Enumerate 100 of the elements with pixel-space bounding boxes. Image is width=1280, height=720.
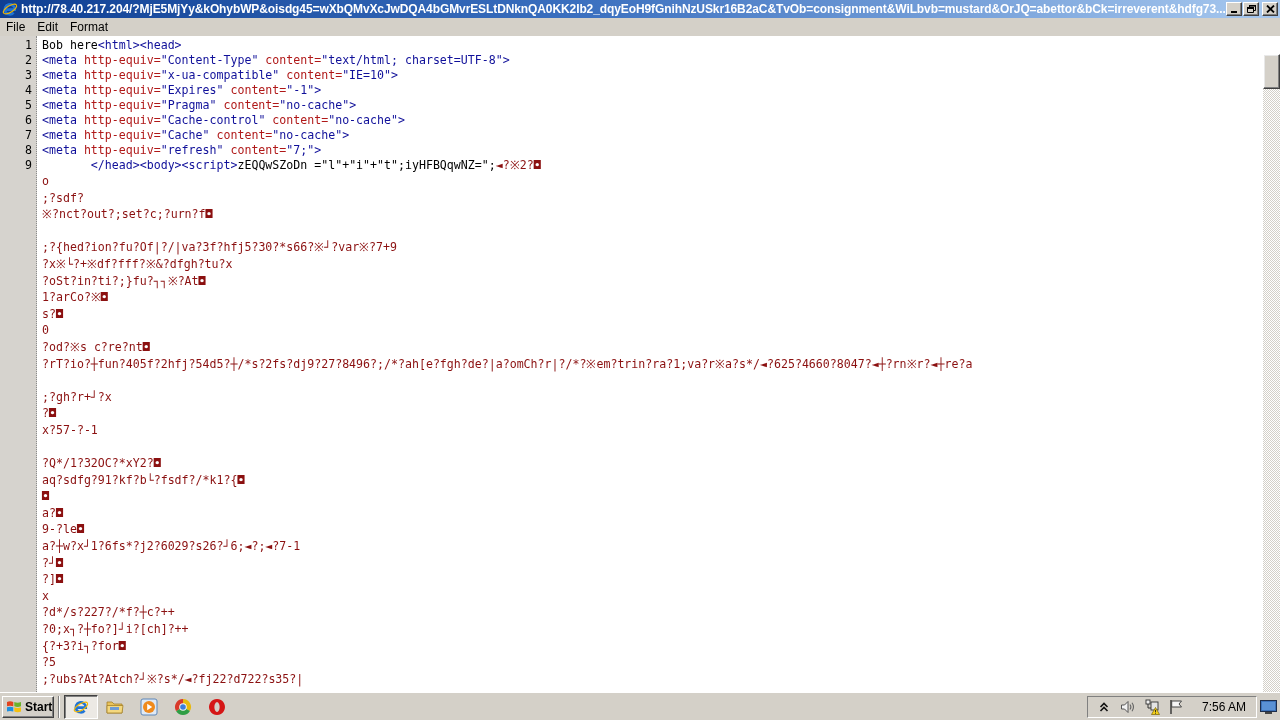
restore-button[interactable]: [1243, 2, 1259, 16]
attribute-name: http-equiv=: [83, 113, 161, 128]
tag-text: >: [349, 98, 357, 113]
attribute-value: "Cache-control": [160, 113, 266, 128]
line-number: 2: [25, 53, 32, 68]
tag-text: >: [314, 83, 322, 98]
attribute-value: "text/html; charset=UTF-8": [321, 53, 503, 68]
attribute-value: "Cache": [160, 128, 210, 143]
attribute-value: "IE=10": [342, 68, 391, 83]
script-text: ?od?※s c?re?nt◘: [42, 338, 150, 356]
window-title: http://78.40.217.204/?MjE5MjYy&kOhybWP&oisdg45=wXbQMvXcJwDQA4bGMvrESLtDNknQA0KK2Ib2_dqyEoH9fGnihNzUSkr16B2aC&TvOb=consignment&WiLbvb=mustard&OrJQ=abettor&bCk=irreverent&hdfg73...: [21, 2, 1223, 16]
network-warning-icon[interactable]: [1143, 698, 1160, 715]
attribute-value: "no-cache": [272, 128, 343, 143]
line-number: 4: [25, 83, 32, 98]
attribute-name: http-equiv=: [83, 53, 161, 68]
line-number: 8: [25, 143, 32, 158]
close-icon: [1265, 5, 1275, 13]
script-text: ?0;x┐?┼fo?]┘i?[ch]?++: [42, 621, 189, 638]
flag-icon[interactable]: [1167, 698, 1184, 715]
script-text: ;?{hed?ion?fu?Of|?/|va?3f?hfj5?30?*s66?※┘?var※?7+9: [42, 239, 398, 256]
tag-text: >: [342, 128, 350, 143]
line-number: 6: [25, 113, 32, 128]
attribute-name: http-equiv=: [83, 143, 161, 158]
script-text: {?+3?i┐?for◘: [42, 637, 126, 655]
source-text: zEQQwSZoDn ="l"+"i"+"t";iyHFBQqwNZ=";: [237, 158, 496, 173]
segmented-circle-icon: [174, 697, 192, 716]
line-number: 7: [25, 128, 32, 143]
attribute-name: content=: [216, 128, 273, 143]
attribute-name: http-equiv=: [83, 128, 161, 143]
script-text: ?5: [42, 654, 56, 671]
tag-text: >: [502, 53, 510, 68]
attribute-name: content=: [223, 98, 280, 113]
ringed-globe-icon: [2, 1, 18, 17]
attribute-value: "no-cache": [328, 113, 398, 128]
menu-item[interactable]: Edit: [31, 19, 65, 35]
play-icon: [140, 697, 158, 716]
tag-text: >: [391, 68, 398, 83]
script-text: ◘: [42, 488, 49, 505]
attribute-name: content=: [272, 113, 329, 128]
script-text: a?┼w?x┘1?6fs*?j2?6029?s26?┘6;◄?;◄?7-1: [42, 538, 301, 555]
script-text: ◄?※2?◘: [495, 158, 541, 173]
tag-text: <meta: [42, 83, 77, 98]
attribute-value: "no-cache": [279, 98, 350, 113]
desktop-icon[interactable]: [1260, 698, 1277, 715]
menu-item[interactable]: Format: [64, 19, 115, 35]
script-text: a?◘: [42, 504, 63, 522]
attribute-name: content=: [286, 68, 343, 83]
scrollbar-thumb[interactable]: [1263, 54, 1280, 89]
script-text: ;?ubs?At?Atch?┘※?s*/◄?fj22?d722?s35?|: [42, 670, 304, 688]
script-text: ;?sdf?: [42, 189, 84, 207]
tag-text: <meta: [42, 53, 77, 68]
start-button[interactable]: Start: [2, 695, 54, 718]
speaker-icon[interactable]: [1119, 698, 1136, 715]
script-text: ?x※└?+※df?fff?※&?dfgh?tu?x: [42, 255, 233, 273]
tag-text: <meta: [42, 128, 77, 143]
tag-text: <meta: [42, 143, 77, 158]
menu-item[interactable]: File: [0, 19, 32, 35]
script-text: ?┘◘: [42, 554, 63, 572]
attribute-value: "Expires": [160, 83, 224, 98]
tag-text: >: [398, 113, 405, 128]
attribute-name: content=: [230, 143, 287, 158]
script-text: ?Q*/1?32OC?*xY2?◘: [42, 455, 161, 472]
ringed-globe-icon: [73, 698, 89, 715]
tag-text: <meta: [42, 113, 77, 128]
taskbar-button[interactable]: [64, 694, 98, 719]
close-button[interactable]: [1262, 2, 1278, 16]
script-text: s?◘: [42, 305, 63, 323]
line-number: 5: [25, 98, 32, 113]
line-number: 3: [25, 68, 32, 83]
script-text: ;?gh?r+┘?x: [42, 388, 112, 406]
attribute-name: content=: [230, 83, 287, 98]
tag-text: <meta: [42, 68, 77, 83]
script-text: aq?sdfg?91?kf?b└?fsdf?/*k1?{◘: [42, 471, 245, 489]
script-text: x: [42, 587, 49, 605]
source-text: Bob here: [42, 38, 98, 53]
attribute-name: content=: [265, 53, 322, 68]
line-number: 1: [25, 38, 32, 53]
attribute-value: "7;": [286, 143, 315, 158]
tag-text: <meta: [42, 98, 77, 113]
script-text: 9-?le◘: [42, 521, 84, 539]
script-text: ※?nct?out?;set?c;?urn?f◘: [42, 206, 213, 223]
tag-text: </head><body><script>: [90, 158, 238, 173]
tag-text: >: [314, 143, 322, 158]
minimize-button[interactable]: [1226, 2, 1242, 16]
script-text: x?57-?-1: [42, 421, 98, 439]
script-text: ?oSt?in?ti?;}fu?┐┐※?At◘: [42, 272, 206, 290]
clock-time[interactable]: 7:56 AM: [1201, 699, 1246, 714]
ring-icon: [208, 697, 226, 716]
script-text: ?◘: [42, 405, 56, 422]
script-text: ?d*/s?227?/*f?┼c?++: [42, 604, 175, 622]
attribute-value: "refresh": [160, 143, 224, 158]
attribute-name: http-equiv=: [83, 83, 161, 98]
tag-text: <html><head>: [97, 38, 182, 53]
attribute-name: http-equiv=: [83, 98, 161, 113]
attribute-value: "-1": [286, 83, 315, 98]
script-text: ?rT?io?┼fun?405f?2hfj?54d5?┼/*s?2fs?dj9?27?8496?;/*?ah[e?fgh?de?|a?omCh?r|?/*?※em?trin?ra?1;va?r※a?s*/◄?625?4660?8047?◄┼?rn※r?◄┼re?a: [42, 355, 973, 373]
attribute-value: "Content-Type": [160, 53, 259, 68]
script-text: ?]◘: [42, 571, 63, 588]
attribute-value: "x-ua-compatible": [160, 68, 280, 83]
script-text: 0: [42, 322, 49, 339]
